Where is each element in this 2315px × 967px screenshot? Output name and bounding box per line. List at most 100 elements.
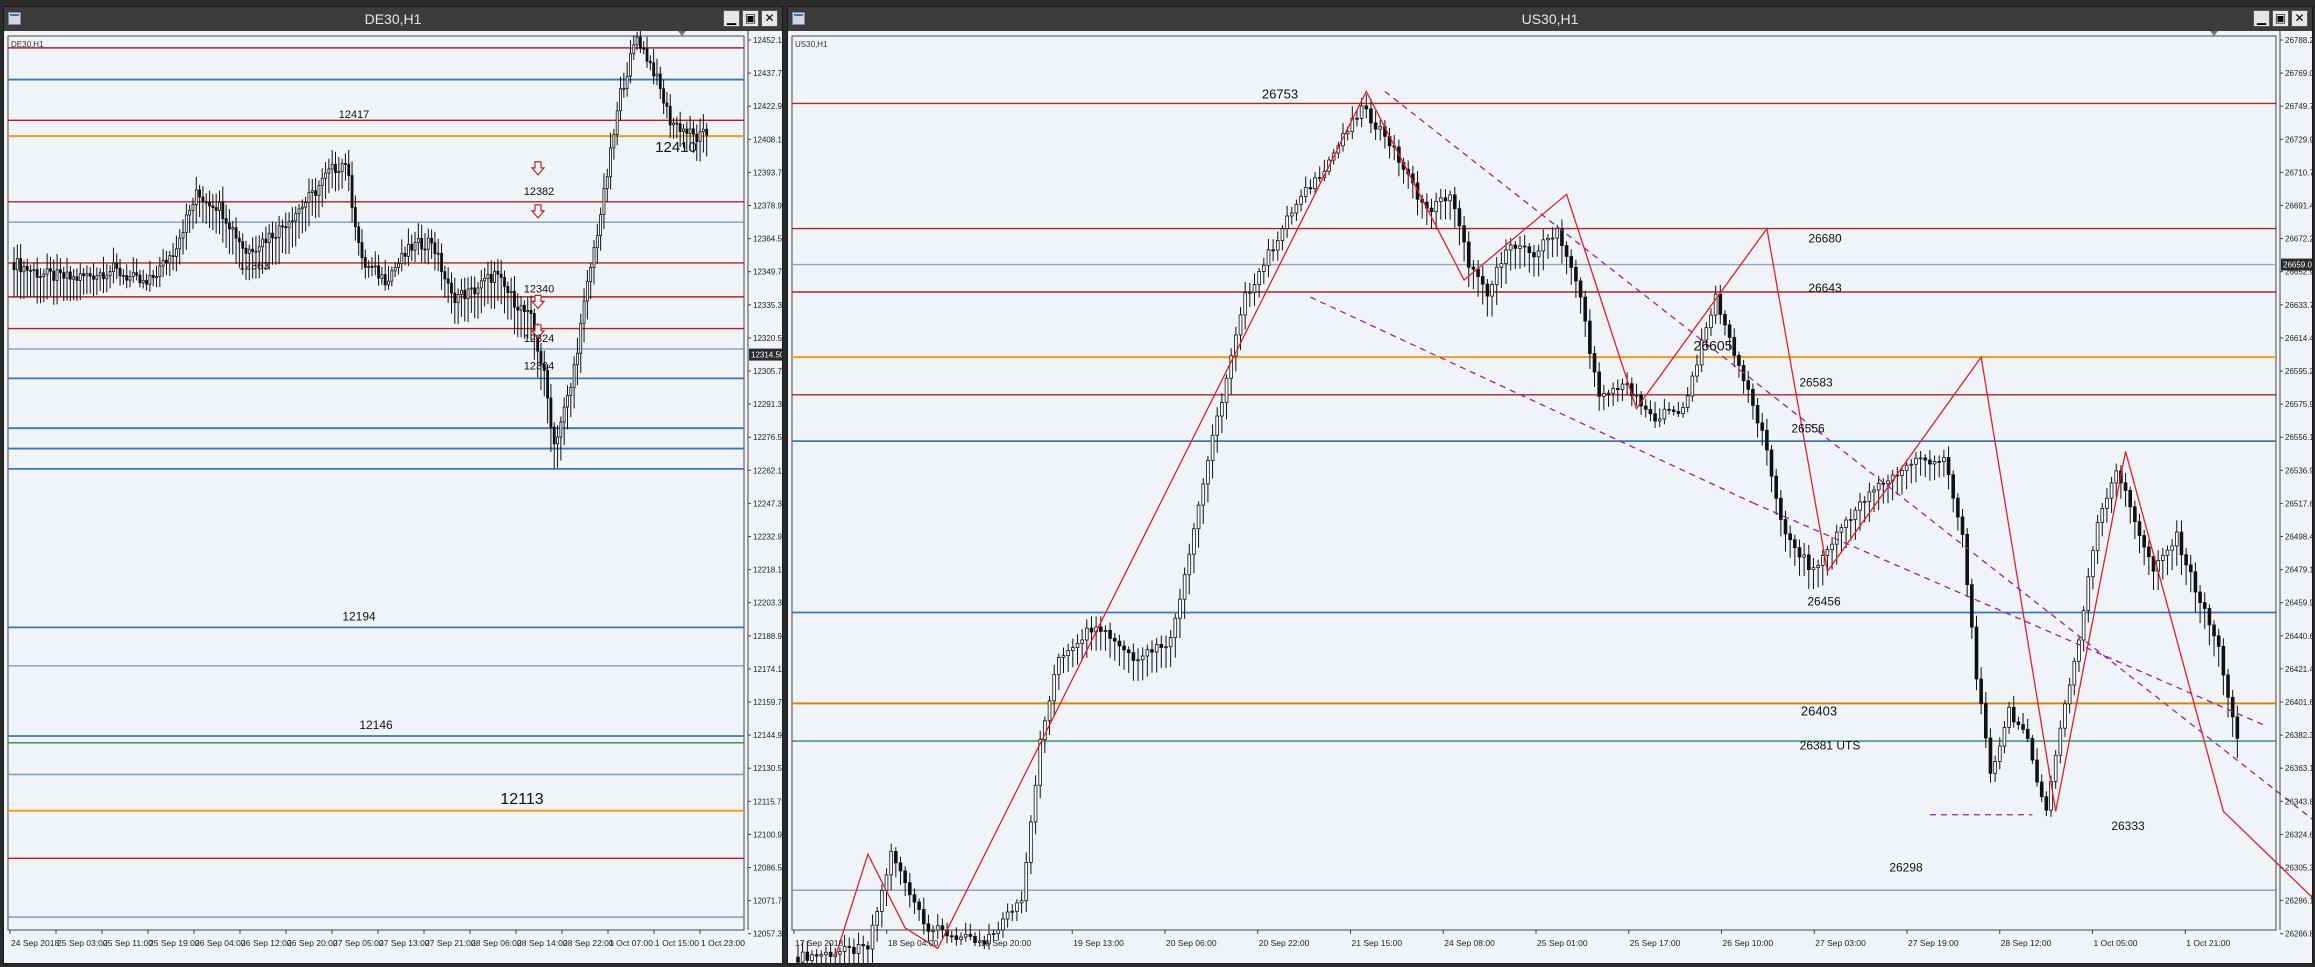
candle-body xyxy=(1946,457,1951,476)
candle-body xyxy=(128,276,132,281)
time-tick-label: 28 Sep 22:00 xyxy=(563,938,614,948)
candle-body xyxy=(2165,549,2170,556)
candle-body xyxy=(1569,256,1574,268)
candle-body xyxy=(861,944,866,947)
candle-body xyxy=(1527,246,1532,254)
candle-body xyxy=(499,273,503,278)
candle-body xyxy=(476,287,480,295)
de30-chart-window[interactable]: DE30,H1 ▁ ▣ ✕ DE30,H1 12417 12410 12382 1236… xyxy=(3,6,783,964)
candle-body xyxy=(463,289,467,300)
candle-body xyxy=(344,163,347,165)
time-tick-label: 28 Sep 12:00 xyxy=(2001,938,2052,948)
price-tick-label: 12130.55 xyxy=(753,764,782,773)
price-tick-label: 12291.35 xyxy=(753,400,782,409)
price-tick-label: 12393.75 xyxy=(753,168,782,177)
candle-body xyxy=(1760,422,1765,431)
candle-body xyxy=(241,241,245,249)
candle-body xyxy=(377,265,380,279)
candle-body xyxy=(304,202,308,208)
close-button[interactable]: ✕ xyxy=(2291,10,2308,27)
candle-body xyxy=(662,88,665,104)
maximize-button[interactable]: ▣ xyxy=(742,10,759,27)
candle-body xyxy=(423,248,427,251)
candle-body xyxy=(2142,535,2146,548)
candle-body xyxy=(1769,449,1774,477)
candle-body xyxy=(1085,627,1089,641)
level-label: 12410 xyxy=(655,139,697,156)
time-tick-label: 25 Sep 11:00 xyxy=(103,938,153,948)
level-label: 12363 xyxy=(239,261,270,273)
candle-body xyxy=(814,954,819,957)
candle-body xyxy=(1746,380,1751,390)
candle-body xyxy=(996,929,1001,934)
candle-body xyxy=(1718,293,1723,315)
candle-body xyxy=(62,272,66,279)
minimize-button[interactable]: ▁ xyxy=(2253,10,2270,27)
candle-body xyxy=(1243,292,1247,316)
minimize-button[interactable]: ▁ xyxy=(723,10,740,27)
time-tick-label: 28 Sep 14:00 xyxy=(517,938,568,948)
de30-title-bar[interactable]: DE30,H1 ▁ ▣ ✕ xyxy=(4,7,782,31)
maximize-button[interactable]: ▣ xyxy=(2272,10,2289,27)
time-tick-label: 25 Sep 17:00 xyxy=(1630,938,1681,948)
price-tick-label: 26401.63 xyxy=(2285,698,2312,707)
level-label: 26381 UTS xyxy=(1800,739,1861,753)
candle-body xyxy=(1257,271,1261,285)
de30-price-chart[interactable]: DE30,H1124171241012382123631234012324123… xyxy=(4,31,782,963)
candle-body xyxy=(852,947,856,954)
candle-body xyxy=(307,192,311,203)
us30-price-chart[interactable]: US30,H1 26753 26680 26643 26605 26583 26556 264… xyxy=(788,31,2312,963)
candle-body xyxy=(165,259,168,264)
candle-body xyxy=(652,62,656,77)
candle-body xyxy=(1732,337,1737,356)
candle-body xyxy=(1797,547,1802,558)
candle-body xyxy=(894,851,898,864)
candle-body xyxy=(251,248,255,252)
candle-body xyxy=(314,190,318,196)
candle-body xyxy=(1928,459,1932,465)
candle-body xyxy=(257,246,261,252)
candle-body xyxy=(214,207,218,211)
candle-body xyxy=(1108,629,1112,639)
candle-body xyxy=(98,272,102,277)
time-tick-label: 27 Sep 19:00 xyxy=(1908,938,1959,948)
price-tick-label: 12203.35 xyxy=(753,599,782,608)
price-tick-label: 26633.73 xyxy=(2285,301,2312,310)
candle-body xyxy=(294,213,298,222)
candle-body xyxy=(1667,408,1671,411)
candle-body xyxy=(247,248,251,254)
candle-body xyxy=(1490,284,1494,297)
candle-body xyxy=(639,36,642,49)
candle-body xyxy=(2072,660,2077,686)
candle-body xyxy=(1280,228,1285,241)
candle-body xyxy=(1080,639,1084,644)
candle-body xyxy=(912,894,917,903)
level-label: 26333 xyxy=(2111,819,2145,833)
us30-chart-window[interactable]: US30,H1 ▁ ▣ ✕ US30,H1 26753 26680 26643 2660… xyxy=(787,6,2313,964)
candle-body xyxy=(1960,516,1965,535)
candle-body xyxy=(1373,122,1378,130)
candle-body xyxy=(1122,645,1126,651)
candle-body xyxy=(158,265,162,278)
candle-body xyxy=(1997,745,2002,762)
price-tick-label: 26788.28 xyxy=(2285,36,2312,45)
candle-body xyxy=(523,304,526,313)
candle-body xyxy=(1592,353,1597,373)
candle-body xyxy=(599,214,603,236)
candle-body xyxy=(655,73,659,77)
price-tick-label: 12335.35 xyxy=(753,301,782,310)
candle-body xyxy=(1872,489,1876,493)
candle-body xyxy=(277,225,281,238)
price-tick-label: 26324.63 xyxy=(2285,830,2312,839)
candle-body xyxy=(2058,727,2063,756)
time-tick-label: 27 Sep 13:00 xyxy=(379,938,430,948)
candle-body xyxy=(317,185,321,196)
candle-body xyxy=(1024,862,1029,902)
time-tick-label: 24 Sep 2018 xyxy=(11,938,59,948)
candle-body xyxy=(1737,354,1741,366)
candle-body xyxy=(509,290,513,293)
close-button[interactable]: ✕ xyxy=(761,10,778,27)
us30-title-bar[interactable]: US30,H1 ▁ ▣ ✕ xyxy=(788,7,2312,31)
candle-body xyxy=(1923,457,1928,461)
candle-body xyxy=(1783,519,1788,535)
